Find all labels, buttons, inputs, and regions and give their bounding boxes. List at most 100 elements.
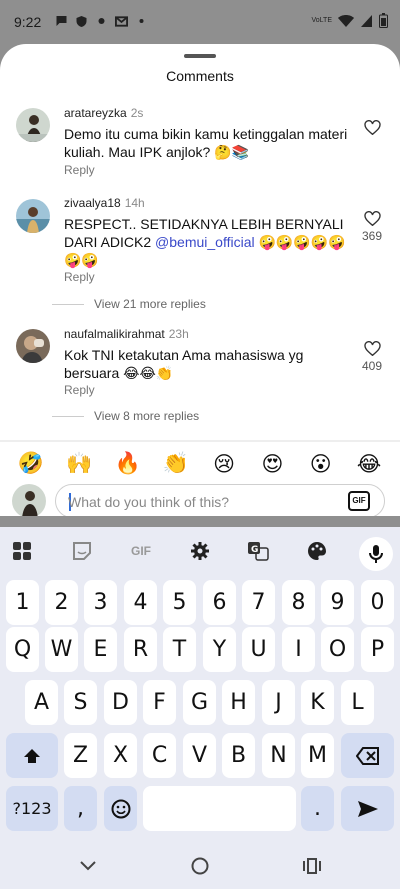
home-icon[interactable] <box>188 854 212 878</box>
status-time: 9:22 <box>14 14 42 30</box>
avatar[interactable] <box>16 108 50 142</box>
emoji-button[interactable]: 😮 <box>306 452 336 477</box>
key-v[interactable]: V <box>183 733 216 778</box>
sticker-icon[interactable] <box>68 537 96 565</box>
avatar[interactable] <box>16 199 50 233</box>
key-z[interactable]: Z <box>64 733 97 778</box>
divider-line <box>52 303 84 305</box>
gif-button[interactable]: GIF <box>348 491 370 511</box>
comment-input[interactable] <box>68 492 328 512</box>
avatar[interactable] <box>16 329 50 363</box>
emoji-key[interactable] <box>104 786 137 831</box>
emoji-button[interactable]: 🤣 <box>16 452 46 476</box>
key-x[interactable]: X <box>104 733 137 778</box>
comment-input-box[interactable]: GIF <box>55 484 385 516</box>
backspace-key[interactable] <box>341 733 394 778</box>
key-j[interactable]: J <box>262 680 295 725</box>
recents-icon[interactable] <box>300 854 324 878</box>
notification-dot-icon <box>139 19 144 23</box>
key-i[interactable]: I <box>282 627 315 672</box>
username-text[interactable]: aratareyzka <box>64 106 127 120</box>
back-icon[interactable] <box>76 854 100 878</box>
key-k[interactable]: K <box>301 680 334 725</box>
key-3[interactable]: 3 <box>84 580 117 625</box>
theme-icon[interactable] <box>303 537 331 565</box>
space-key[interactable] <box>143 786 296 831</box>
gif-tool-button[interactable]: GIF <box>126 537 156 565</box>
key-6[interactable]: 6 <box>203 580 236 625</box>
translate-icon[interactable]: G <box>244 537 272 565</box>
system-nav-bar <box>0 842 400 889</box>
emoji-quick-bar: 🤣 🙌 🔥 👏 😢 😍 😮 😂 <box>0 448 400 480</box>
key-9[interactable]: 9 <box>321 580 354 625</box>
vpn-icon <box>76 16 87 27</box>
emoji-button[interactable]: 🙌 <box>64 452 94 476</box>
key-7[interactable]: 7 <box>242 580 275 625</box>
emoji-button[interactable]: 👏 <box>161 452 191 476</box>
key-g[interactable]: G <box>183 680 216 725</box>
key-m[interactable]: M <box>301 733 334 778</box>
comment-username[interactable]: zivaalya18 14h <box>64 196 145 210</box>
key-r[interactable]: R <box>124 627 157 672</box>
username-text[interactable]: zivaalya18 <box>64 196 121 210</box>
like-button[interactable]: 369 <box>362 211 382 243</box>
comment-time: 2s <box>130 106 144 120</box>
send-key[interactable] <box>341 786 394 831</box>
like-button[interactable] <box>362 120 382 135</box>
key-p[interactable]: P <box>361 627 394 672</box>
view-more-label[interactable]: View 21 more replies <box>94 297 206 311</box>
emoji-button[interactable]: 😍 <box>257 452 287 477</box>
key-y[interactable]: Y <box>203 627 236 672</box>
chat-icon <box>56 16 67 26</box>
key-5[interactable]: 5 <box>163 580 196 625</box>
drag-handle[interactable] <box>184 54 216 58</box>
heart-icon <box>363 120 381 135</box>
key-d[interactable]: D <box>104 680 137 725</box>
key-e[interactable]: E <box>84 627 117 672</box>
reply-button[interactable]: Reply <box>64 163 95 177</box>
comment-username[interactable]: aratareyzka 2s <box>64 106 143 120</box>
key-q[interactable]: Q <box>6 627 39 672</box>
key-a[interactable]: A <box>25 680 58 725</box>
mic-icon[interactable] <box>359 537 393 571</box>
like-button[interactable]: 409 <box>362 341 382 373</box>
view-more-replies[interactable]: View 21 more replies <box>52 297 206 311</box>
key-0[interactable]: 0 <box>361 580 394 625</box>
reply-button[interactable]: Reply <box>64 383 95 397</box>
key-b[interactable]: B <box>222 733 255 778</box>
key-f[interactable]: F <box>143 680 176 725</box>
key-4[interactable]: 4 <box>124 580 157 625</box>
send-icon <box>357 800 378 817</box>
emoji-button[interactable]: 🔥 <box>113 452 143 476</box>
key-u[interactable]: U <box>242 627 275 672</box>
username-text[interactable]: naufalmalikirahmat <box>64 327 165 341</box>
key-o[interactable]: O <box>321 627 354 672</box>
reply-button[interactable]: Reply <box>64 270 95 284</box>
key-l[interactable]: L <box>341 680 374 725</box>
key-t[interactable]: T <box>163 627 196 672</box>
comments-sheet: Comments aratareyzka 2s Demo itu cuma bik… <box>0 44 400 516</box>
key-n[interactable]: N <box>262 733 295 778</box>
comma-key[interactable]: , <box>64 786 97 831</box>
network-label: VoLTE <box>311 17 333 24</box>
key-c[interactable]: C <box>143 733 176 778</box>
comment-username[interactable]: naufalmalikirahmat 23h <box>64 327 189 341</box>
symbols-key[interactable]: ?123 <box>6 786 58 831</box>
period-key[interactable]: . <box>301 786 334 831</box>
mention-link[interactable]: @bemui_official <box>155 234 255 250</box>
key-1[interactable]: 1 <box>6 580 39 625</box>
apps-icon[interactable] <box>8 537 36 565</box>
view-more-replies[interactable]: View 8 more replies <box>52 409 199 423</box>
keyboard-toolbar: GIF G <box>0 533 400 571</box>
settings-icon[interactable] <box>186 537 214 565</box>
key-2[interactable]: 2 <box>45 580 78 625</box>
shift-key[interactable] <box>6 733 58 778</box>
key-8[interactable]: 8 <box>282 580 315 625</box>
view-more-label[interactable]: View 8 more replies <box>94 409 199 423</box>
emoji-button[interactable]: 😂 <box>354 452 384 477</box>
key-h[interactable]: H <box>222 680 255 725</box>
emoji-button[interactable]: 😢 <box>209 452 239 477</box>
key-s[interactable]: S <box>64 680 97 725</box>
key-w[interactable]: W <box>45 627 78 672</box>
notification-icons <box>55 15 148 27</box>
